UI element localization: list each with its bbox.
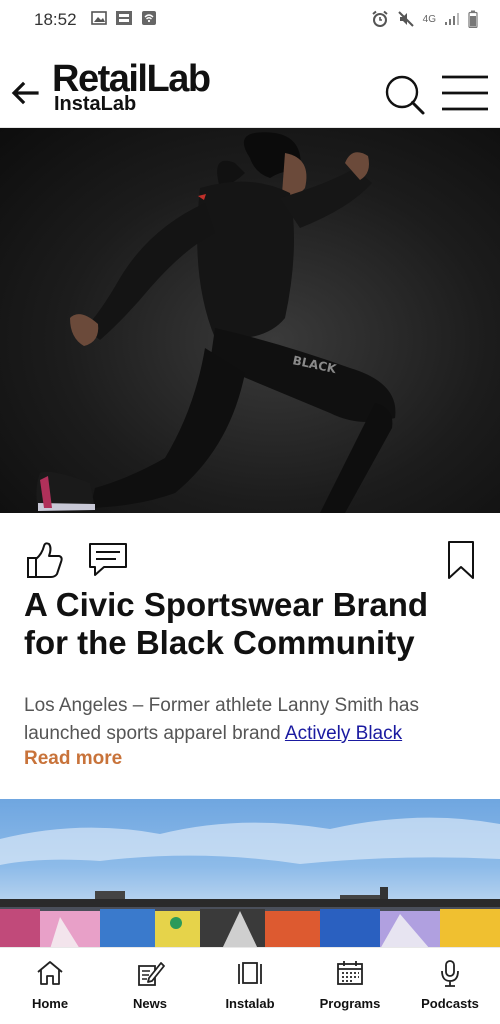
nav-home-label: Home xyxy=(31,996,69,1011)
article-title[interactable]: A Civic Sportswear Brand for the Black C… xyxy=(24,586,480,662)
thumbs-up-icon xyxy=(27,542,63,578)
battery-icon xyxy=(468,10,478,31)
status-bar: 18:52 4G xyxy=(0,0,500,40)
nav-programs[interactable]: Programs xyxy=(300,948,400,1024)
comment-button[interactable] xyxy=(88,542,128,578)
wifi-calling-icon xyxy=(141,10,157,31)
home-icon xyxy=(37,961,63,985)
menu-button[interactable] xyxy=(440,74,490,112)
nav-podcasts-label: Podcasts xyxy=(421,996,479,1011)
nav-instalab-label: Instalab xyxy=(225,996,275,1011)
comment-icon xyxy=(89,543,127,576)
podcasts-icon xyxy=(441,960,459,987)
mute-icon xyxy=(397,10,415,31)
news-icon xyxy=(138,962,165,986)
nav-programs-label: Programs xyxy=(319,996,381,1011)
bookmark-button[interactable] xyxy=(446,540,476,580)
programs-icon xyxy=(337,961,363,985)
article-excerpt: Los Angeles – Former athlete Lanny Smith… xyxy=(24,692,480,748)
image-icon xyxy=(90,10,107,30)
sprinter-illustration: BLACK xyxy=(36,132,396,513)
nav-news-label: News xyxy=(133,996,167,1011)
nav-home[interactable]: Home xyxy=(0,948,100,1024)
status-right: 4G xyxy=(371,10,478,31)
like-button[interactable] xyxy=(24,540,64,580)
back-button[interactable] xyxy=(10,78,40,108)
stop-covid-icon xyxy=(115,10,133,31)
nav-news[interactable]: News xyxy=(100,948,200,1024)
network-4g-icon: 4G xyxy=(422,14,436,25)
bookmark-icon xyxy=(448,541,474,579)
second-article-image[interactable] xyxy=(0,799,500,949)
search-button[interactable] xyxy=(382,72,426,116)
status-left: 18:52 xyxy=(34,10,157,31)
mural-building-illustration xyxy=(0,817,500,949)
nav-podcasts[interactable]: Podcasts xyxy=(400,948,500,1024)
search-icon xyxy=(385,75,425,115)
read-more-link[interactable]: Read more xyxy=(24,748,122,770)
bottom-navigation: Home News Instalab Programs Podcasts xyxy=(0,947,500,1024)
article-actions xyxy=(24,538,476,582)
excerpt-link[interactable]: Actively Black xyxy=(285,723,402,744)
signal-icon xyxy=(444,12,460,29)
nav-instalab[interactable]: Instalab xyxy=(200,948,300,1024)
hero-image[interactable]: BLACK xyxy=(0,128,500,513)
alarm-icon xyxy=(371,10,389,31)
retaillab-logo[interactable]: RetailLab InstaLab xyxy=(52,60,211,114)
app-header: RetailLab InstaLab xyxy=(0,40,500,128)
menu-icon xyxy=(442,75,488,111)
instalab-icon xyxy=(238,962,262,984)
status-time: 18:52 xyxy=(34,10,77,29)
back-arrow-icon xyxy=(11,81,39,105)
